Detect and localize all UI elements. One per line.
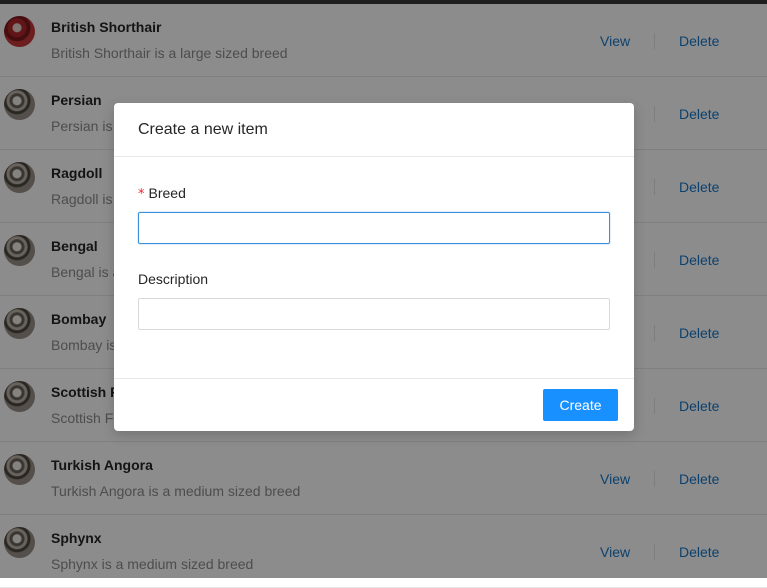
description-label: Description bbox=[138, 271, 209, 287]
create-item-dialog: Create a new item * Breed Description Cre… bbox=[114, 103, 634, 431]
breed-label-text: Breed bbox=[148, 185, 186, 201]
description-input[interactable] bbox=[138, 298, 610, 330]
breed-label: * Breed bbox=[138, 185, 186, 202]
required-mark: * bbox=[138, 187, 145, 202]
create-button[interactable]: Create bbox=[543, 389, 618, 421]
breed-input[interactable] bbox=[138, 212, 610, 244]
dialog-title: Create a new item bbox=[138, 121, 268, 138]
dialog-header: Create a new item bbox=[114, 103, 634, 157]
dialog-footer: Create bbox=[114, 378, 634, 431]
